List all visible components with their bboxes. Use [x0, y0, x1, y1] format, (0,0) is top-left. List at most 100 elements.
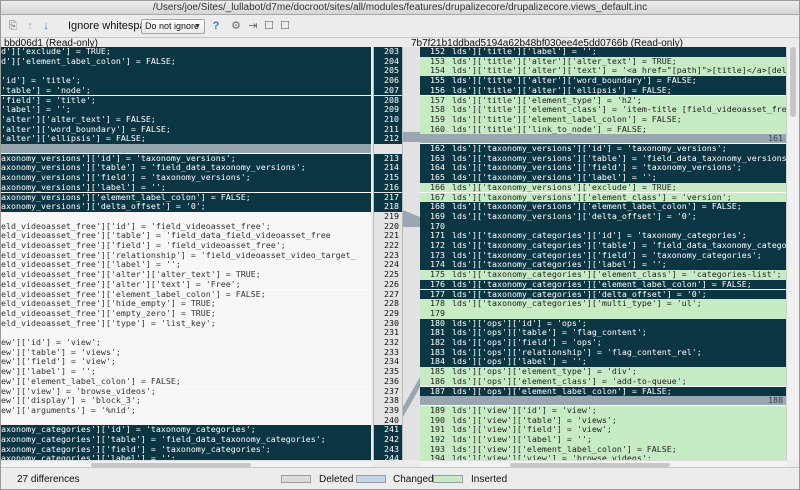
help-icon[interactable]: ?	[209, 19, 223, 33]
changed-swatch	[356, 475, 386, 483]
code-line: lds']['taxonomy_categories']['field'] = …	[420, 250, 786, 261]
code-line: lds']['taxonomy_categories']['table'] = …	[420, 241, 786, 251]
code-line: 'alter']['alter_text'] = FALSE;	[1, 114, 371, 125]
code-line: 'label'] = '';	[1, 105, 371, 115]
diff-connector-gutter	[403, 47, 420, 460]
diff-window: /Users/joe/Sites/_lullabot/d7me/docroot/…	[0, 0, 800, 490]
left-line-numbers: 203 204 205 206 207 208 209 210 211 212 213 214 215 2…	[373, 47, 403, 460]
collapse-icon[interactable]: ⇥	[246, 19, 260, 33]
left-horizontal-scrollbar[interactable]	[1, 460, 373, 467]
line-number: 244	[374, 454, 402, 460]
code-line: lds']['view']['table'] = 'views';	[420, 415, 786, 426]
code-line: lds']['taxonomy_categories']['delta_offs…	[420, 289, 786, 300]
legend-deleted: Deleted	[319, 474, 354, 485]
code-line: lds']['ops']['element_label_colon'] = FA…	[420, 386, 786, 397]
code-line: eld_videoasset_free']['label'] = '';	[1, 260, 371, 271]
vertical-scrollbar[interactable]	[786, 47, 799, 460]
code-line: lds']['title']['alter']['word_boundary']…	[420, 76, 786, 86]
code-line	[420, 308, 786, 319]
code-line: eld_videoasset_free']['type'] = 'list_ke…	[1, 318, 371, 329]
code-line: lds']['ops']['relationship'] = 'flag_con…	[420, 347, 786, 358]
export-icon[interactable]: ☐	[262, 19, 276, 33]
code-line: lds']['view']['element_label_colon'] = F…	[420, 444, 786, 455]
code-line: lds']['view']['id'] = 'view';	[420, 405, 786, 416]
legend-inserted: Inserted	[471, 474, 508, 485]
code-line: ew']['label'] = '';	[1, 367, 371, 377]
code-line: axonomy_versions']['label'] = '';	[1, 182, 371, 193]
ignore-whitespace-select[interactable]: Do not ignore ▼	[141, 19, 205, 34]
code-line: lds']['taxonomy_versions']['field'] = 't…	[420, 163, 786, 174]
code-line: lds']['taxonomy_versions']['label'] = ''…	[420, 173, 786, 183]
code-line: lds']['taxonomy_categories']['element_la…	[420, 279, 786, 290]
code-line: 'alter']['word_boundary'] = FALSE;	[1, 124, 371, 135]
code-line: lds']['taxonomy_versions']['id'] = 'taxo…	[420, 144, 786, 154]
code-line: axonomy_categories']['id'] = 'taxonomy_c…	[1, 425, 371, 435]
code-line: lds']['ops']['table'] = 'flag_content';	[420, 328, 786, 338]
code-line	[1, 211, 371, 222]
code-line: lds']['ops']['element_class'] = 'add-to-…	[420, 376, 786, 387]
code-line: ew']['field'] = 'view';	[1, 357, 371, 368]
code-line: axonomy_versions']['table'] = 'field_dat…	[1, 163, 371, 174]
code-line: lds']['view']['field'] = 'view';	[420, 425, 786, 435]
copy-icon[interactable]: ⎘	[6, 19, 20, 33]
line-number: 160	[420, 124, 448, 135]
code-line: lds']['taxonomy_versions']['table'] = 'f…	[420, 153, 786, 164]
code-line: eld_videoasset_free']['table'] = 'field_…	[1, 231, 371, 241]
code-line: lds']['ops']['element_type'] = 'div';	[420, 367, 786, 377]
code-line: lds']['taxonomy_categories']['multi_type…	[420, 299, 786, 309]
code-line: lds']['title']['alter']['alter_text'] = …	[420, 56, 786, 67]
chevron-down-icon: ▼	[194, 23, 201, 30]
code-line: lds']['ops']['id'] = 'ops';	[420, 318, 786, 329]
code-line: d']['element_label_colon'] = FALSE;	[1, 56, 371, 67]
code-line: eld_videoasset_free']['alter']['text'] =…	[1, 279, 371, 290]
code-line: lds']['taxonomy_categories']['element_cl…	[420, 270, 786, 280]
code-line: lds']['view']['label'] = '';	[420, 435, 786, 445]
toolbar: ⎘ ↑ ↓ Ignore whitespace: Do not ignore ▼…	[1, 16, 799, 38]
code-line: lds']['title']['label'] = '';	[420, 47, 786, 57]
code-line: lds']['taxonomy_versions']['exclude'] = …	[420, 182, 786, 193]
code-line: lds']['taxonomy_categories']['label'] = …	[420, 260, 786, 271]
code-line: axonomy_versions']['field'] = 'taxonomy_…	[1, 173, 371, 183]
code-line: eld_videoasset_free']['empty_zero'] = TR…	[1, 308, 371, 319]
settings-icon[interactable]: ⚙	[229, 19, 243, 33]
up-arrow-icon[interactable]: ↑	[23, 19, 37, 33]
code-line: eld_videoasset_free']['id'] = 'field_vid…	[1, 221, 371, 232]
code-line: eld_videoasset_free']['hide_empty'] = TR…	[1, 299, 371, 309]
status-bar: 27 differences Deleted Changed Inserted	[1, 467, 799, 489]
code-line	[420, 221, 786, 232]
code-line: lds']['title']['element_class'] = 'item-…	[420, 105, 786, 115]
line-number: 212	[374, 134, 402, 144]
code-line: eld_videoasset_free']['field'] = 'field_…	[1, 241, 371, 251]
code-line: 'id'] = 'title';	[1, 76, 371, 86]
code-line: lds']['taxonomy_versions']['element_labe…	[420, 202, 786, 212]
difference-count: 27 differences	[17, 474, 80, 485]
code-line: ew']['table'] = 'views';	[1, 347, 371, 358]
code-line	[1, 66, 371, 77]
code-line: axonomy_versions']['delta_offset'] = '0'…	[1, 202, 371, 212]
code-line: 'alter']['ellipsis'] = FALSE;	[1, 134, 371, 144]
code-line	[1, 415, 371, 426]
code-line: lds']['title']['element_type'] = 'h2';	[420, 95, 786, 106]
window-title: /Users/joe/Sites/_lullabot/d7me/docroot/…	[1, 1, 799, 15]
code-line: eld_videoasset_free']['alter']['alter_te…	[1, 270, 371, 280]
right-code-pane[interactable]: lds']['title']['label'] = ''; 152 lds']['t…	[420, 47, 786, 460]
code-line: 'field'] = 'title';	[1, 95, 371, 106]
import-icon[interactable]: ☐	[278, 19, 292, 33]
code-line: 'table'] = 'node';	[1, 85, 371, 96]
line-number: 187	[420, 386, 448, 397]
ignore-whitespace-value: Do not ignore	[145, 21, 200, 31]
code-line: lds']['taxonomy_versions']['delta_offset…	[420, 211, 786, 222]
code-line: ew']['display'] = 'block_3';	[1, 396, 371, 406]
code-line: axonomy_categories']['table'] = 'field_d…	[1, 435, 371, 445]
code-line: lds']['title']['element_label_colon'] = …	[420, 114, 786, 125]
down-arrow-icon[interactable]: ↓	[39, 19, 53, 33]
right-horizontal-scrollbar[interactable]	[420, 460, 786, 467]
scrollbar-thumb[interactable]	[790, 47, 796, 117]
line-number: 188	[768, 395, 783, 406]
code-line: axonomy_categories']['field'] = 'taxonom…	[1, 444, 371, 455]
inserted-swatch	[433, 475, 463, 483]
code-line: axonomy_versions']['element_label_colon'…	[1, 192, 371, 203]
left-code-pane[interactable]: d']['exclude'] = TRUE; d']['element_label…	[1, 47, 371, 460]
deleted-swatch	[281, 475, 311, 483]
code-line	[1, 328, 371, 338]
